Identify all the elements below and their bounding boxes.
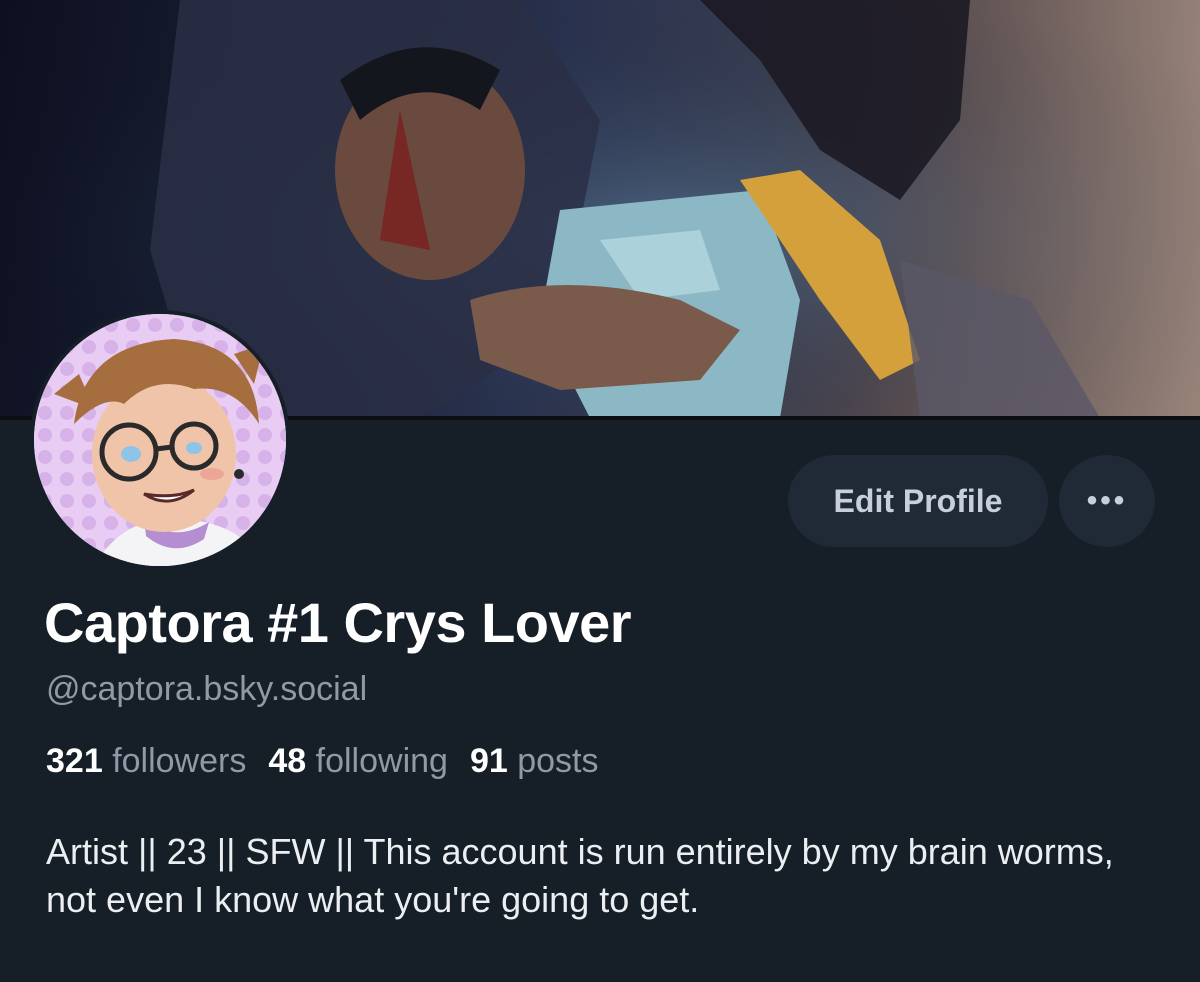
handle: @captora.bsky.social [46, 670, 368, 708]
avatar[interactable] [30, 310, 290, 570]
followers-stat[interactable]: 321 followers [46, 742, 246, 781]
ellipsis-icon: ••• [1086, 484, 1128, 517]
more-options-button[interactable]: ••• [1059, 455, 1155, 547]
followers-count: 321 [46, 742, 103, 780]
followers-label: followers [112, 742, 247, 780]
avatar-image [34, 314, 286, 566]
posts-stat: 91 posts [470, 742, 599, 781]
following-stat[interactable]: 48 following [268, 742, 448, 781]
edit-profile-label: Edit Profile [833, 482, 1003, 519]
posts-label: posts [517, 742, 599, 780]
edit-profile-button[interactable]: Edit Profile [788, 455, 1048, 547]
profile-stats: 321 followers 48 following 91 posts [46, 742, 599, 781]
profile-bio: Artist || 23 || SFW || This account is r… [46, 831, 1114, 920]
following-count: 48 [268, 742, 307, 780]
following-label: following [315, 742, 448, 780]
posts-count: 91 [469, 742, 508, 780]
display-name: Captora #1 Crys Lover [44, 591, 632, 654]
